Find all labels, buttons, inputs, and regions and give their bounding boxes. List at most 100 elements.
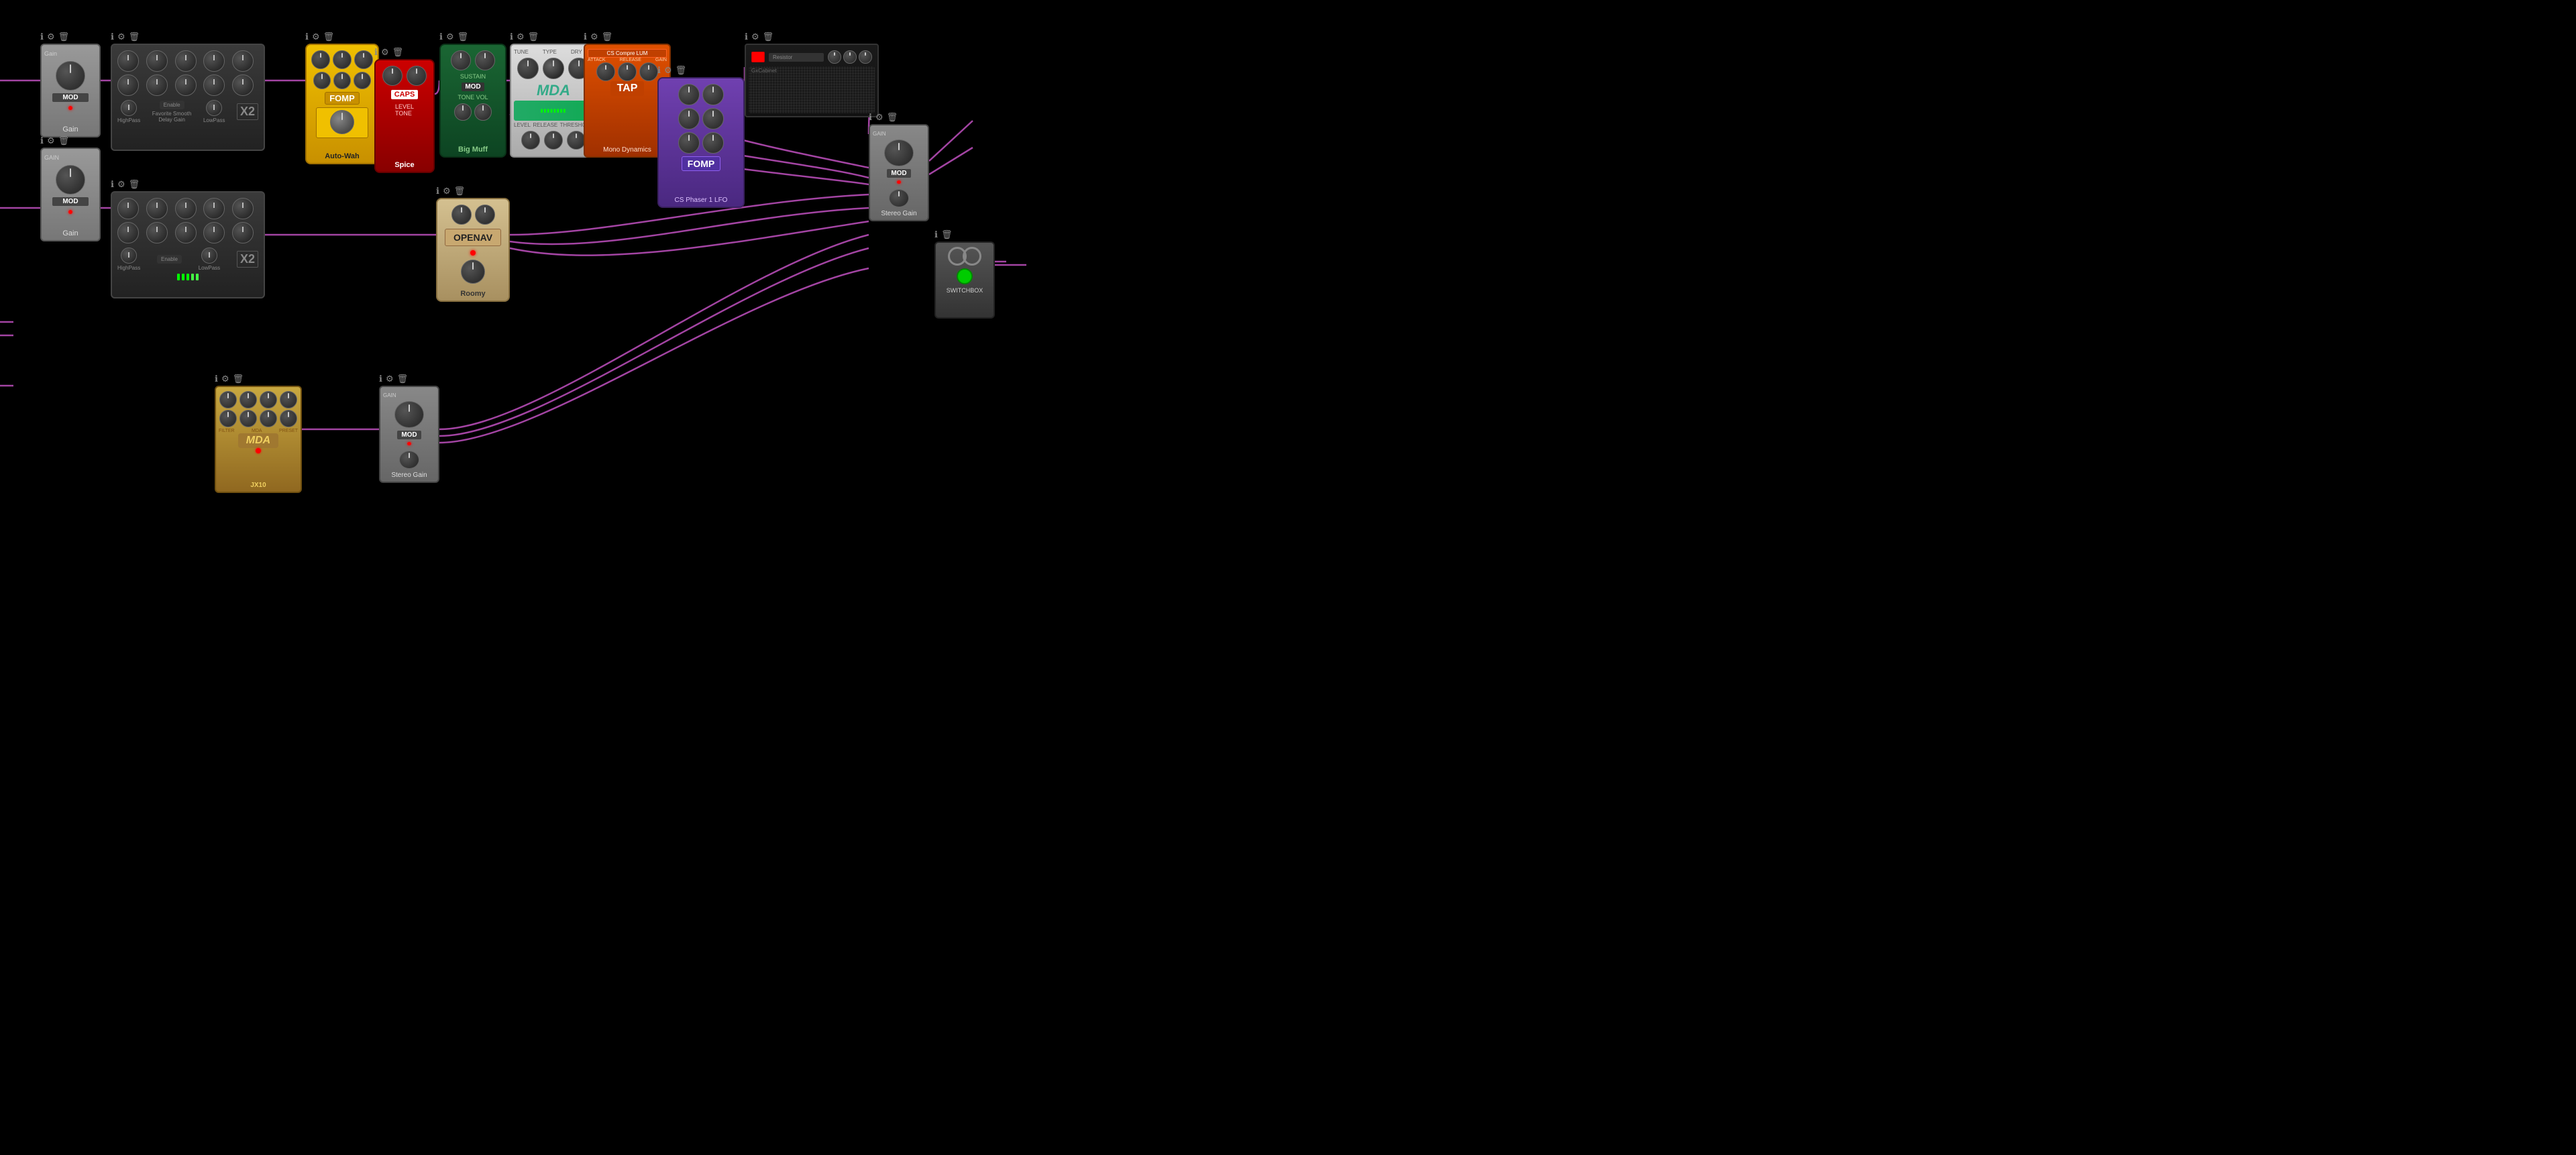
trash-icon[interactable]: 🗑 xyxy=(887,112,898,123)
trash-icon[interactable]: 🗑 xyxy=(129,179,140,190)
gear-icon[interactable]: ⚙ xyxy=(590,32,598,42)
eq2-lowpass[interactable] xyxy=(121,248,137,264)
jx10-knob2[interactable] xyxy=(239,391,257,408)
gear-icon[interactable]: ⚙ xyxy=(751,32,759,42)
trash-icon[interactable]: 🗑 xyxy=(397,374,409,384)
info-icon[interactable]: ℹ xyxy=(305,32,309,42)
info-icon[interactable]: ℹ xyxy=(510,32,513,42)
autowah-knob3[interactable] xyxy=(354,50,373,69)
csphaser-knob1[interactable] xyxy=(678,84,700,105)
trash-icon[interactable]: 🗑 xyxy=(941,229,953,240)
jx10-knob4[interactable] xyxy=(280,391,297,408)
bigmuff-knob1[interactable] xyxy=(451,50,471,70)
gain2-knob[interactable] xyxy=(56,165,85,195)
eq1-lowpass[interactable] xyxy=(121,100,137,116)
eq1-knob-2[interactable] xyxy=(146,50,168,72)
eq2-lowpass-knob[interactable] xyxy=(201,248,217,264)
eq2-knob-10[interactable] xyxy=(232,222,254,243)
gxcabinet-knob3[interactable] xyxy=(859,50,872,64)
eq2-knob-2[interactable] xyxy=(146,198,168,219)
gear-icon[interactable]: ⚙ xyxy=(221,374,229,384)
jx10-knob3[interactable] xyxy=(260,391,277,408)
gxcabinet-knob1[interactable] xyxy=(828,50,841,64)
mda-knob2[interactable] xyxy=(543,58,564,79)
info-icon[interactable]: ℹ xyxy=(40,32,44,42)
trash-icon[interactable]: 🗑 xyxy=(458,32,469,42)
eq1-knob-7[interactable] xyxy=(146,74,168,96)
gear-icon[interactable]: ⚙ xyxy=(446,32,454,42)
roomy-knob2[interactable] xyxy=(475,205,495,225)
jx10-knob1[interactable] xyxy=(219,391,237,408)
gear-icon[interactable]: ⚙ xyxy=(47,32,55,42)
eq2-knob-3[interactable] xyxy=(175,198,197,219)
autowah-main-knob[interactable] xyxy=(330,110,354,134)
info-icon[interactable]: ℹ xyxy=(439,32,443,42)
info-icon[interactable]: ℹ xyxy=(374,47,378,58)
trash-icon[interactable]: 🗑 xyxy=(58,32,70,42)
autowah-knob2[interactable] xyxy=(333,50,352,69)
gear-icon[interactable]: ⚙ xyxy=(381,47,389,58)
gear-icon[interactable]: ⚙ xyxy=(312,32,320,42)
csphaser-knob5[interactable] xyxy=(678,132,700,154)
autowah-knob1[interactable] xyxy=(311,50,330,69)
eq1-knob-4[interactable] xyxy=(203,50,225,72)
csphaser-knob4[interactable] xyxy=(702,108,724,129)
switchbox-green-knob[interactable] xyxy=(957,268,973,284)
eq1-knob-10[interactable] xyxy=(232,74,254,96)
gear-icon[interactable]: ⚙ xyxy=(117,179,125,190)
gear-icon[interactable]: ⚙ xyxy=(517,32,525,42)
info-icon[interactable]: ℹ xyxy=(111,32,114,42)
jx10-knob8[interactable] xyxy=(280,410,297,427)
mda-knob6[interactable] xyxy=(567,131,586,150)
trash-icon[interactable]: 🗑 xyxy=(233,374,244,384)
eq2-knob-5[interactable] xyxy=(232,198,254,219)
gear-icon[interactable]: ⚙ xyxy=(664,65,672,76)
info-icon[interactable]: ℹ xyxy=(584,32,587,42)
gxcabinet-knob2[interactable] xyxy=(843,50,857,64)
info-icon[interactable]: ℹ xyxy=(436,186,439,197)
eq1-knob-3[interactable] xyxy=(175,50,197,72)
gxcabinet-selector[interactable]: Resistor xyxy=(769,53,824,62)
trash-icon[interactable]: 🗑 xyxy=(763,32,774,42)
roomy-knob1[interactable] xyxy=(451,205,472,225)
info-icon[interactable]: ℹ xyxy=(40,135,44,146)
eq1-knob-1[interactable] xyxy=(117,50,139,72)
eq2-knob-4[interactable] xyxy=(203,198,225,219)
bigmuff-knob4[interactable] xyxy=(474,103,492,121)
info-icon[interactable]: ℹ xyxy=(111,179,114,190)
trash-icon[interactable]: 🗑 xyxy=(454,186,466,197)
mda-knob1[interactable] xyxy=(517,58,539,79)
trash-icon[interactable]: 🗑 xyxy=(392,47,404,58)
eq1-lowpass-knob[interactable] xyxy=(206,100,222,116)
gear-icon[interactable]: ⚙ xyxy=(875,112,883,123)
gain1-knob[interactable] xyxy=(56,61,85,91)
eq1-knob-8[interactable] xyxy=(175,74,197,96)
eq2-knob-1[interactable] xyxy=(117,198,139,219)
mda-knob5[interactable] xyxy=(544,131,563,150)
eq1-knob-9[interactable] xyxy=(203,74,225,96)
eq2-knob-6[interactable] xyxy=(117,222,139,243)
mda-knob4[interactable] xyxy=(521,131,540,150)
trash-icon[interactable]: 🗑 xyxy=(58,135,70,146)
bigmuff-knob2[interactable] xyxy=(475,50,495,70)
csphaser-knob6[interactable] xyxy=(702,132,724,154)
md-knob1[interactable] xyxy=(596,62,615,81)
eq2-knob-8[interactable] xyxy=(175,222,197,243)
eq2-knob-9[interactable] xyxy=(203,222,225,243)
info-icon[interactable]: ℹ xyxy=(379,374,382,384)
stereogain1-knob[interactable] xyxy=(884,140,914,166)
gear-icon[interactable]: ⚙ xyxy=(443,186,451,197)
info-icon[interactable]: ℹ xyxy=(934,229,938,240)
trash-icon[interactable]: 🗑 xyxy=(602,32,613,42)
gear-icon[interactable]: ⚙ xyxy=(386,374,394,384)
csphaser-knob3[interactable] xyxy=(678,108,700,129)
gear-icon[interactable]: ⚙ xyxy=(47,135,55,146)
jx10-knob5[interactable] xyxy=(219,410,237,427)
spice-knob1[interactable] xyxy=(382,66,402,86)
spice-knob2[interactable] xyxy=(407,66,427,86)
autowah-knob4[interactable] xyxy=(313,72,331,89)
trash-icon[interactable]: 🗑 xyxy=(129,32,140,42)
eq1-knob-5[interactable] xyxy=(232,50,254,72)
md-knob2[interactable] xyxy=(618,62,637,81)
trash-icon[interactable]: 🗑 xyxy=(323,32,335,42)
